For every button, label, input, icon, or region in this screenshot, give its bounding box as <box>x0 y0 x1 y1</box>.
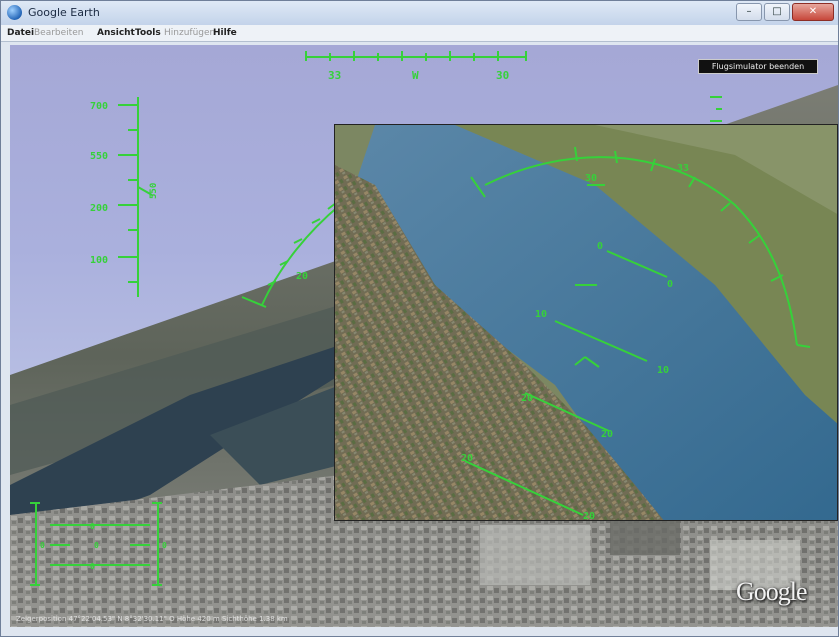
inset-pitch-ladder <box>464 250 668 516</box>
inset-pitch-label: 0 <box>667 279 673 290</box>
inset-pitch-label: 20 <box>601 429 613 440</box>
inset-heading-label: 33 <box>677 163 689 174</box>
inset-heading-arc <box>470 146 811 368</box>
inset-pitch-label: 10 <box>535 309 547 320</box>
minimize-button[interactable]: – <box>736 3 762 21</box>
status-bar-coordinates: Zeigerposition 47°22'04.53" N 8°32'30.11… <box>16 615 288 623</box>
maximize-button[interactable]: □ <box>764 3 790 21</box>
inset-pitch-label: 10 <box>657 365 669 376</box>
inset-heading-label: 30 <box>585 173 597 184</box>
corner-label: 0 <box>94 541 99 550</box>
corner-label: 0 <box>162 541 167 550</box>
menu-tools[interactable]: Tools <box>135 28 161 38</box>
menu-hinzufuegen[interactable]: Hinzufügen <box>164 28 215 38</box>
google-logo: Google <box>736 577 808 606</box>
inset-pitch-label: 20 <box>521 393 533 404</box>
earth-3d-viewport[interactable]: 33 W 30 700 550 200 100 550 20 0 0 0 0 0… <box>10 45 838 627</box>
pitch-arc <box>241 202 341 308</box>
menu-bearbeiten[interactable]: Bearbeiten <box>34 28 83 38</box>
heading-label-33: 33 <box>328 69 341 82</box>
altitude-label: 200 <box>90 203 108 214</box>
title-bar[interactable]: Google Earth – □ ✕ <box>1 1 838 26</box>
inset-hud: 30 33 0 0 10 10 20 20 20 20 <box>461 146 811 521</box>
corner-label: 0 <box>90 562 95 571</box>
inset-zoom-view: 30 33 0 0 10 10 20 20 20 20 <box>334 124 838 521</box>
exit-flight-sim-tooltip[interactable]: Flugsimulator beenden <box>698 59 818 74</box>
inset-pitch-label: 20 <box>583 511 595 521</box>
window-title: Google Earth <box>28 6 100 19</box>
altitude-scale <box>118 97 153 297</box>
heading-scale <box>305 51 527 61</box>
altitude-label: 700 <box>90 101 108 112</box>
heading-label-30: 30 <box>496 69 509 82</box>
inset-pitch-label: 20 <box>461 453 473 464</box>
altitude-label: 100 <box>90 255 108 266</box>
corner-label: 0 <box>40 541 45 550</box>
inset-pitch-label: 0 <box>597 241 603 252</box>
menu-datei[interactable]: Datei <box>7 28 34 38</box>
google-earth-app-icon <box>7 5 22 20</box>
menu-hilfe[interactable]: Hilfe <box>213 28 237 38</box>
corner-label: 0 <box>90 522 95 531</box>
window-controls: – □ ✕ <box>736 3 834 21</box>
google-earth-window: Google Earth – □ ✕ Datei Bearbeiten Ansi… <box>0 0 839 637</box>
altitude-label: 550 <box>90 151 108 162</box>
close-button[interactable]: ✕ <box>792 3 834 21</box>
pitch-label: 20 <box>296 271 308 282</box>
menu-ansicht[interactable]: Ansicht <box>97 28 135 38</box>
menu-bar: Datei Bearbeiten Ansicht Tools Hinzufüge… <box>1 25 838 42</box>
altitude-side-label: 550 <box>149 183 159 199</box>
heading-label-w: W <box>412 69 419 82</box>
right-edge-ticks <box>710 96 722 122</box>
